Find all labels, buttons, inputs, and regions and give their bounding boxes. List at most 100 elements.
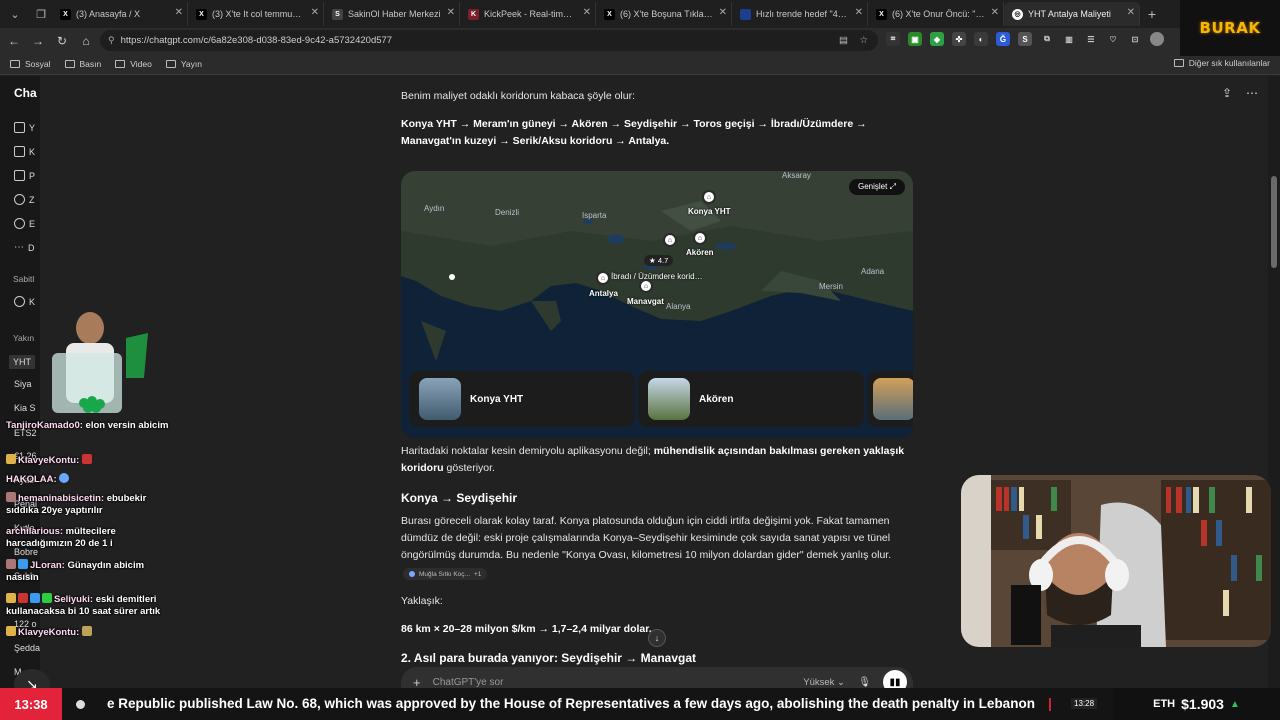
profile-avatar[interactable] — [1150, 32, 1164, 46]
chat-message: Seliyuki: eski demitleri kullanacaksa bi… — [6, 593, 171, 618]
reader-mode-icon[interactable]: ▤ — [839, 35, 848, 46]
extensions-puzzle-icon[interactable]: ⧉ — [1040, 32, 1054, 46]
note-text: gösteriyor. — [446, 462, 495, 474]
map-label-place: Manavgat — [627, 297, 664, 306]
browser-tab[interactable]: S SakinOl Haber Merkezi ✕ — [324, 2, 460, 26]
site-info-icon[interactable]: ⚲ — [108, 35, 115, 46]
sidebar-item-e[interactable]: E — [14, 218, 35, 229]
copilot-icon[interactable]: ♡ — [1106, 32, 1120, 46]
badge-icon — [6, 492, 16, 502]
badge-icon — [6, 593, 16, 603]
extension-icon[interactable]: ✜ — [952, 32, 966, 46]
close-tab-icon[interactable]: ✕ — [1127, 7, 1135, 18]
sidebar-item-new-chat[interactable]: Y — [14, 122, 35, 133]
extension-icon[interactable]: Ğ — [996, 32, 1010, 46]
browser-tab-active[interactable]: ◎ YHT Antalya Maliyeti ✕ — [1004, 2, 1140, 26]
ticker-headline: e Republic published Law No. 68, which w… — [107, 696, 1035, 711]
extension-icon[interactable]: ◆ — [930, 32, 944, 46]
other-bookmarks[interactable]: Diğer sık kullanılanlar — [1173, 58, 1270, 68]
close-tab-icon[interactable]: ✕ — [175, 7, 183, 18]
sidebar-item-z[interactable]: Z — [14, 194, 35, 205]
map-pin-icon[interactable]: ⌂ — [596, 271, 610, 285]
bookmark-folder[interactable]: Yayın — [165, 59, 202, 69]
home-icon[interactable]: ⌂ — [74, 34, 98, 48]
sidebar-item-more[interactable]: ⋯ D — [14, 242, 35, 253]
bookmark-folder[interactable]: Basın — [64, 58, 102, 69]
composer-input[interactable]: ChatGPT'ye sor — [433, 677, 504, 688]
bookmark-label: Sosyal — [25, 58, 51, 69]
scroll-down-arrow-icon[interactable]: ↓ — [648, 629, 666, 647]
address-bar[interactable]: ⚲ https://chatgpt.com/c/6a82e308-d038-83… — [100, 30, 878, 51]
forward-arrow-icon[interactable]: → — [26, 34, 50, 48]
place-card-title: Konya YHT — [470, 393, 524, 405]
more-options-icon[interactable]: ⋯ — [1246, 86, 1258, 100]
emote-icon — [59, 473, 70, 483]
map-expand-button[interactable]: Genişlet ⤢ — [849, 179, 905, 195]
chat-username: KlavyeKontu: — [18, 455, 80, 466]
extension-icon[interactable]: ⌗ — [886, 32, 900, 46]
close-tab-icon[interactable]: ✕ — [447, 7, 455, 18]
place-card[interactable] — [867, 371, 913, 427]
tab-list-chevron-icon[interactable]: ⌄ — [4, 4, 26, 24]
map-pin-icon[interactable]: ⌂ — [663, 233, 677, 247]
microphone-icon[interactable]: 🎙 — [858, 677, 871, 688]
tab-title: (6) X'te Boşuna Tıklama: "Y — [620, 9, 713, 19]
badge-icon — [42, 593, 52, 603]
badge-icon — [6, 454, 16, 464]
extension-icon[interactable]: ▣ — [908, 32, 922, 46]
note-text: Haritadaki noktalar kesin demiryolu apli… — [401, 445, 651, 457]
browser-tab[interactable]: X (3) Anasayfa / X ✕ — [52, 2, 188, 26]
map-pin-icon[interactable]: ⌂ — [702, 190, 716, 204]
map-pin-icon[interactable]: ⌂ — [639, 279, 653, 293]
map-pin-icon[interactable]: ⌂ — [693, 231, 707, 245]
bookmark-label: Basın — [79, 58, 102, 69]
extension-icon[interactable]: ◐ — [974, 32, 988, 46]
split-screen-icon[interactable]: ▥ — [1062, 32, 1076, 46]
browser-tab[interactable]: X (3) X'te It col temmuz: "PKK ✕ — [188, 2, 324, 26]
share-icon[interactable]: ⇪ — [1222, 86, 1232, 100]
map-widget[interactable]: Aydın Denizli Isparta Aksaray Adana Mers… — [401, 171, 913, 438]
sidebar-item-projects[interactable]: P — [14, 170, 35, 181]
bookmark-folder[interactable]: Sosyal — [10, 59, 51, 69]
expand-icon: ⤢ — [889, 182, 896, 191]
close-tab-icon[interactable]: ✕ — [719, 7, 727, 18]
close-tab-icon[interactable]: ✕ — [991, 7, 999, 18]
sidebar-logo[interactable]: Cha — [14, 86, 37, 100]
browser-tab[interactable]: K KickPeek - Real-time URL C ✕ — [460, 2, 596, 26]
browser-tab[interactable]: X (6) X'te Boşuna Tıklama: "Y ✕ — [596, 2, 732, 26]
source-chip[interactable]: Muğla Sıtkı Koç... +1 — [403, 568, 488, 580]
badge-icon — [6, 559, 16, 569]
screenshot-icon[interactable]: ⊡ — [1128, 32, 1142, 46]
sidebar-item-library[interactable]: K — [14, 146, 35, 157]
other-bookmarks-label: Diğer sık kullanılanlar — [1188, 58, 1270, 68]
star-icon: ★ — [649, 256, 656, 265]
more-dots-icon: ⋯ — [14, 242, 24, 253]
close-tab-icon[interactable]: ✕ — [855, 7, 863, 18]
sidebar-item-label: Z — [29, 194, 35, 205]
chat-message: hemaninabisicetin: ebubekir sıddıka 20ye… — [6, 492, 171, 517]
new-tab-icon[interactable]: + — [1140, 6, 1164, 22]
browser-tab[interactable]: Hızlı trende hedef "48 saatt ✕ — [732, 2, 868, 26]
model-selector[interactable]: Yüksek ⌄ — [803, 677, 845, 688]
browser-tab[interactable]: X (6) X'te Onur Öncü: "Tunce ✕ — [868, 2, 1004, 26]
place-card[interactable]: Akören — [638, 371, 864, 427]
map-label-city: Aydın — [424, 204, 445, 213]
reload-icon[interactable]: ↻ — [50, 34, 74, 48]
scrollbar-thumb[interactable] — [1271, 176, 1277, 268]
close-tab-icon[interactable]: ✕ — [311, 7, 319, 18]
bookmark-folder[interactable]: Video — [115, 59, 152, 69]
back-arrow-icon[interactable]: ← — [2, 34, 26, 48]
record-indicator-icon — [62, 699, 98, 709]
crypto-price-widget: ETH $1.903 ▲ — [1113, 688, 1280, 720]
map-marker-dot — [449, 274, 455, 280]
badge-icon — [6, 626, 16, 636]
conversation-actions: ⇪ ⋯ — [1222, 86, 1258, 100]
sidebar-recent-chat[interactable]: Şedda — [14, 643, 40, 653]
extension-icon[interactable]: S — [1018, 32, 1032, 46]
favorite-star-icon[interactable]: ☆ — [859, 35, 868, 46]
place-card[interactable]: Konya YHT — [409, 371, 635, 427]
folder-icon — [165, 59, 176, 68]
tab-actions-icon[interactable]: ❐ — [30, 4, 52, 24]
collections-icon[interactable]: ☰ — [1084, 32, 1098, 46]
close-tab-icon[interactable]: ✕ — [583, 7, 591, 18]
